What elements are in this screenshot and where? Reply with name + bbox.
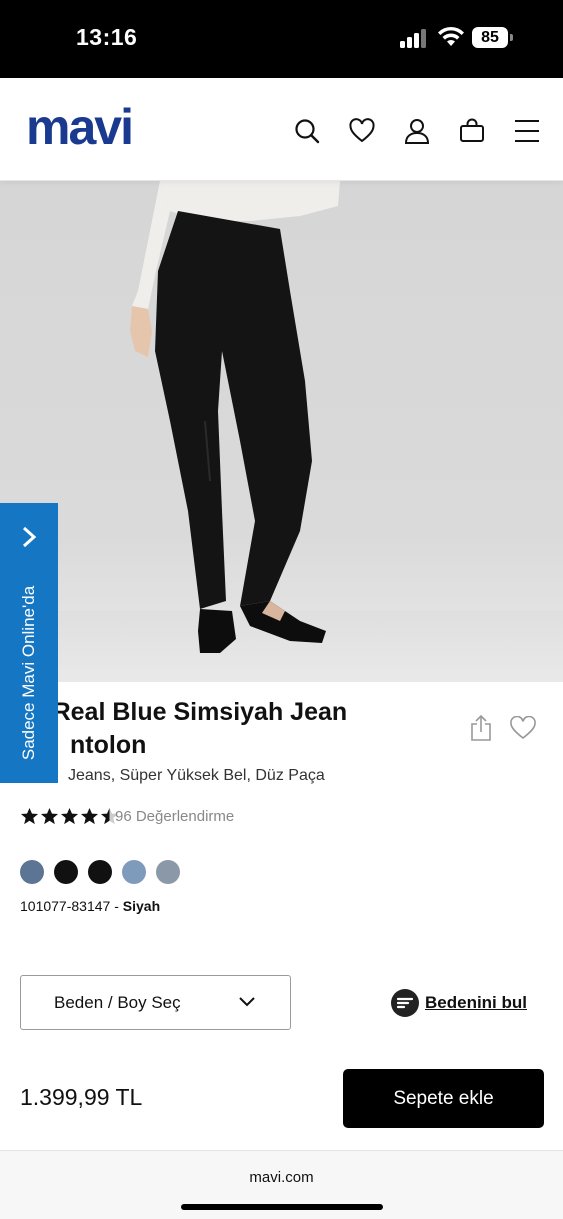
online-exclusive-banner[interactable]: Sadece Mavi Online'da xyxy=(0,503,58,783)
size-finder-icon[interactable] xyxy=(390,988,420,1018)
chevron-right-icon[interactable] xyxy=(19,525,39,549)
battery-tip xyxy=(510,34,513,41)
review-count[interactable]: 96 Değerlendirme xyxy=(115,808,234,825)
product-subtitle: Jeans, Süper Yüksek Bel, Düz Paça xyxy=(68,767,325,784)
star-icon xyxy=(80,807,99,825)
cellular-signal-icon xyxy=(400,28,430,48)
color-swatch[interactable] xyxy=(20,860,44,884)
star-icon xyxy=(20,807,39,825)
search-icon[interactable] xyxy=(294,118,320,144)
online-exclusive-label: Sadece Mavi Online'da xyxy=(19,585,38,761)
wifi-icon xyxy=(438,26,464,46)
color-swatches xyxy=(20,860,180,884)
mavi-logo[interactable]: mavi xyxy=(26,98,134,156)
find-size-link[interactable]: Bedenini bul xyxy=(425,993,527,1013)
heart-icon[interactable] xyxy=(349,118,375,144)
sku-code: 101077-83147 - xyxy=(20,898,123,914)
add-to-cart-button[interactable]: Sepete ekle xyxy=(343,1069,544,1128)
product-image[interactable] xyxy=(0,181,563,682)
browser-address-bar: mavi.com xyxy=(0,1150,563,1219)
color-swatch[interactable] xyxy=(156,860,180,884)
product-title: ar Real Blue Simsiyah Jean ntolon xyxy=(22,696,442,762)
share-icon[interactable] xyxy=(469,714,493,742)
product-title-line-1: ar Real Blue Simsiyah Jean xyxy=(22,698,348,726)
color-name: Siyah xyxy=(122,898,161,914)
size-select-label: Beden / Boy Seç xyxy=(54,993,181,1012)
chevron-down-icon xyxy=(239,997,255,1007)
model-figure xyxy=(130,181,340,653)
star-icon xyxy=(60,807,79,825)
user-icon[interactable] xyxy=(404,118,430,144)
site-header: mavi xyxy=(0,78,563,181)
product-price: 1.399,99 TL xyxy=(20,1084,143,1110)
menu-icon[interactable] xyxy=(514,118,540,144)
favorite-icon[interactable] xyxy=(509,716,537,740)
rating-stars[interactable] xyxy=(20,807,119,826)
bag-icon[interactable] xyxy=(459,118,485,144)
battery-indicator: 85 xyxy=(472,27,508,48)
status-time: 13:16 xyxy=(76,24,138,50)
color-swatch[interactable] xyxy=(88,860,112,884)
product-title-line-2: ntolon xyxy=(70,731,147,759)
home-indicator[interactable] xyxy=(181,1204,383,1210)
product-sku: 101077-83147 - Siyah xyxy=(20,898,160,914)
url-text[interactable]: mavi.com xyxy=(0,1169,563,1186)
status-bar: 13:16 85 xyxy=(0,0,563,78)
color-swatch[interactable] xyxy=(122,860,146,884)
color-swatch[interactable] xyxy=(54,860,78,884)
star-icon xyxy=(40,807,59,825)
size-select[interactable]: Beden / Boy Seç xyxy=(20,975,291,1030)
